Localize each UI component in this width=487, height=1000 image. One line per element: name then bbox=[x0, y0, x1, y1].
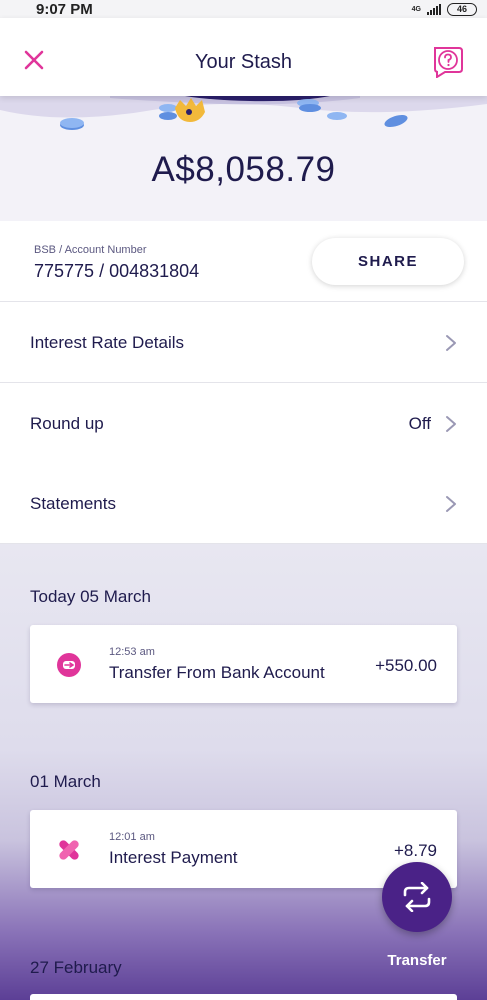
help-chat-icon bbox=[434, 47, 463, 79]
round-up-status: Off bbox=[408, 414, 431, 433]
chevron-right-icon bbox=[446, 496, 456, 512]
transaction-amount: +550.00 bbox=[375, 656, 437, 675]
menu-item-label: Interest Rate Details bbox=[30, 333, 185, 352]
transaction-card[interactable]: 12:53 am Transfer From Bank Account +550… bbox=[30, 625, 457, 703]
transfer-label: Transfer bbox=[387, 952, 447, 969]
help-button[interactable] bbox=[431, 44, 465, 79]
signal-icon bbox=[427, 3, 441, 15]
date-header: 01 March bbox=[30, 772, 101, 791]
transaction-time: 12:53 am bbox=[109, 646, 155, 658]
menu-item-statements[interactable]: Statements bbox=[0, 463, 487, 544]
status-icons: 4G 46 bbox=[411, 2, 477, 16]
menu-item-interest-rate-details[interactable]: Interest Rate Details bbox=[0, 302, 487, 383]
transaction-description: Transfer From Bank Account bbox=[109, 663, 325, 682]
coins-illustration bbox=[0, 96, 487, 130]
balance-amount: A$8,058.79 bbox=[151, 150, 336, 189]
share-button[interactable]: SHARE bbox=[312, 238, 464, 285]
date-header: 27 February bbox=[30, 958, 122, 977]
status-bar: 9:07 PM 4G 46 bbox=[0, 0, 487, 18]
transfer-button[interactable] bbox=[382, 862, 452, 932]
transaction-card[interactable] bbox=[30, 994, 457, 1000]
interest-icon bbox=[59, 840, 79, 860]
page-title: Your Stash bbox=[194, 51, 293, 73]
balance-hero: A$8,058.79 bbox=[0, 96, 487, 221]
transaction-amount: +8.79 bbox=[393, 841, 437, 860]
chevron-right-icon bbox=[446, 416, 456, 432]
bank-transfer-icon bbox=[57, 653, 81, 677]
battery-icon: 46 bbox=[447, 2, 477, 16]
transaction-description: Interest Payment bbox=[109, 848, 238, 867]
account-label: BSB / Account Number bbox=[34, 244, 147, 256]
transaction-time: 12:01 am bbox=[109, 831, 155, 843]
network-type: 4G bbox=[411, 5, 421, 13]
date-header: Today 05 March bbox=[30, 587, 151, 606]
app-header: Your Stash bbox=[0, 18, 487, 96]
menu-item-round-up[interactable]: Round up Off bbox=[0, 383, 487, 464]
transfer-arrows-icon bbox=[403, 882, 431, 912]
status-time: 9:07 PM bbox=[36, 0, 93, 18]
chevron-right-icon bbox=[446, 335, 456, 351]
account-number: 775775 / 004831804 bbox=[34, 261, 200, 281]
account-number-row: BSB / Account Number 775775 / 004831804 … bbox=[0, 221, 487, 302]
menu-item-label: Statements bbox=[30, 494, 116, 513]
menu-item-label: Round up bbox=[30, 414, 104, 433]
